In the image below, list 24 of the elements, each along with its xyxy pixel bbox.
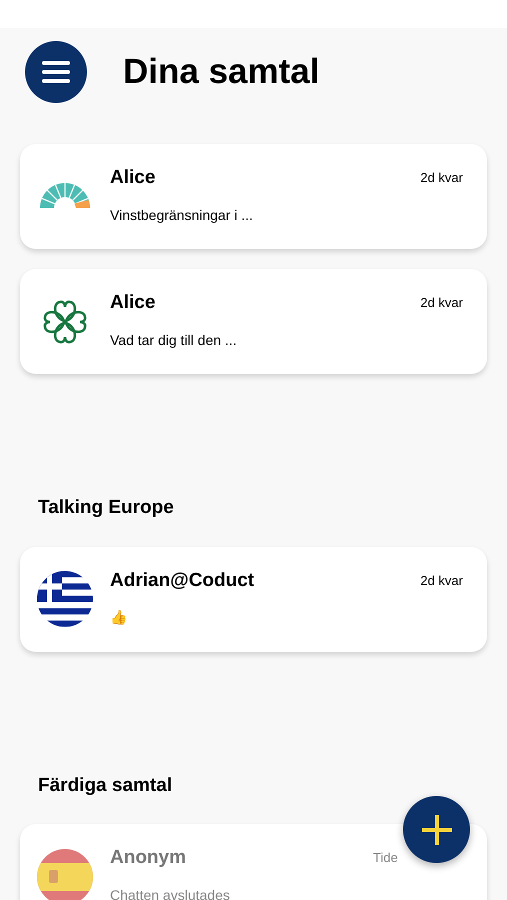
contact-name: Anonym [110, 846, 186, 870]
add-button[interactable] [403, 796, 470, 863]
conversation-card[interactable]: Alice 2d kvar Vad tar dig till den ... [20, 269, 487, 374]
message-preview: Chatten avslutades [110, 886, 231, 900]
menu-icon [42, 60, 70, 84]
section-title: Färdiga samtal [37, 774, 174, 798]
page-title: Dina samtal [123, 50, 320, 93]
section-title: Talking Europe [37, 496, 175, 520]
conversation-card[interactable]: Alice 2d kvar Vinstbegränsningar i ... [20, 144, 487, 249]
message-preview: Vad tar dig till den ... [110, 330, 238, 350]
plus-icon [422, 814, 452, 844]
contact-name: Adrian@Coduct [110, 568, 254, 592]
spain-flag-icon [37, 848, 93, 900]
conversation-card[interactable]: Anonym Tide Chatten avslutades [20, 824, 487, 900]
conversation-card[interactable]: Adrian@Coduct 2d kvar 👍 [20, 546, 487, 652]
time-left: Tide [373, 850, 398, 866]
time-left: 2d kvar [420, 170, 463, 186]
greece-flag-icon [37, 571, 93, 627]
contact-name: Alice [110, 291, 156, 315]
message-preview: 👍 [110, 608, 128, 627]
time-left: 2d kvar [420, 572, 463, 588]
message-preview: Vinstbegränsningar i ... [110, 206, 254, 225]
time-left: 2d kvar [420, 295, 463, 310]
contact-name: Alice [110, 166, 156, 190]
